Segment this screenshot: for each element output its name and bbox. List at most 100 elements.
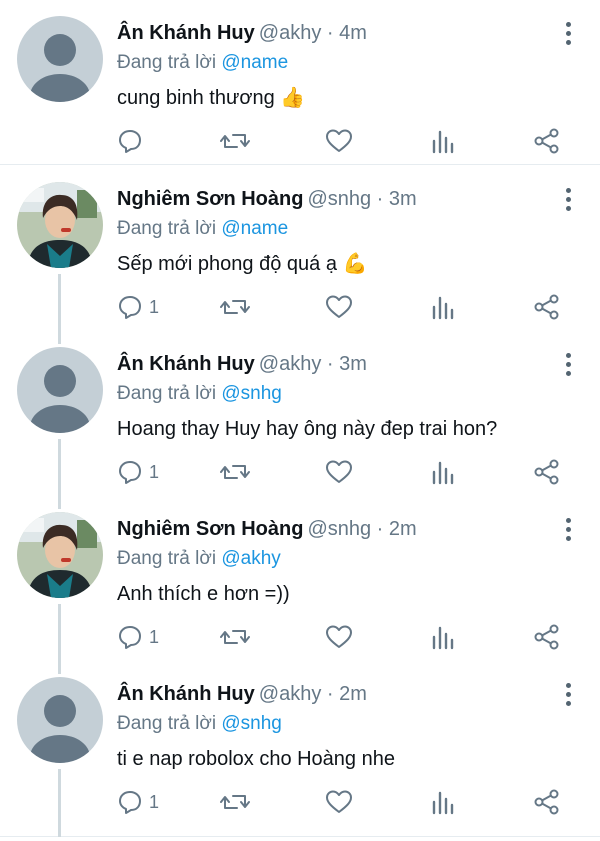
tweet-text: Hoang thay Huy hay ông này đep trai hon? xyxy=(117,415,497,443)
replying-to: Đang trả lời @name xyxy=(117,216,288,242)
share-icon xyxy=(534,459,559,485)
share-icon xyxy=(534,128,559,154)
like-button[interactable] xyxy=(325,290,353,324)
reply-icon xyxy=(119,626,141,649)
share-button[interactable] xyxy=(534,620,560,654)
like-button[interactable] xyxy=(325,620,353,654)
tweet-body: Sếp mới phong độ quá ạ xyxy=(117,253,337,275)
reply-icon xyxy=(119,296,141,319)
more-icon[interactable] xyxy=(564,518,574,542)
heart-icon xyxy=(326,460,352,483)
reply-button[interactable]: 1 xyxy=(117,785,159,819)
analytics-icon xyxy=(432,791,454,815)
analytics-button[interactable] xyxy=(431,455,455,489)
more-icon[interactable] xyxy=(564,683,574,707)
author-name[interactable]: Ân Khánh Huy xyxy=(117,683,255,705)
like-button[interactable] xyxy=(325,455,353,489)
author-handle[interactable]: @akhy · 2m xyxy=(259,683,367,705)
share-button[interactable] xyxy=(534,455,560,489)
more-icon[interactable] xyxy=(564,188,574,212)
author-name[interactable]: Ân Khánh Huy xyxy=(117,22,255,44)
replying-to: Đang trả lời @akhy xyxy=(117,546,281,572)
tweet[interactable]: Nghiêm Sơn Hoàng @snhg · 2m Đang trả lời … xyxy=(0,496,600,674)
analytics-button[interactable] xyxy=(431,124,455,158)
flexed-biceps-emoji: 💪 xyxy=(342,253,368,275)
thumbs-up-emoji: 👍 xyxy=(280,87,306,109)
like-button[interactable] xyxy=(325,785,353,819)
reply-count: 1 xyxy=(149,296,160,317)
mention-link[interactable]: @akhy xyxy=(221,548,280,569)
replying-label: Đang trả lời xyxy=(117,52,222,73)
retweet-button[interactable] xyxy=(220,290,250,324)
analytics-icon xyxy=(432,130,454,154)
replying-to: Đang trả lời @snhg xyxy=(117,711,282,737)
tweet-header: Ân Khánh Huy @akhy · 4m xyxy=(117,20,550,46)
author-name[interactable]: Nghiêm Sơn Hoàng xyxy=(117,188,303,210)
analytics-button[interactable] xyxy=(431,290,455,324)
share-icon xyxy=(534,294,559,320)
analytics-button[interactable] xyxy=(431,785,455,819)
replying-label: Đang trả lời xyxy=(117,218,222,239)
more-icon[interactable] xyxy=(564,353,574,377)
avatar[interactable] xyxy=(17,512,103,598)
author-handle[interactable]: @akhy · 4m xyxy=(259,22,367,44)
retweet-icon xyxy=(220,300,250,314)
share-button[interactable] xyxy=(534,785,560,819)
reply-count: 1 xyxy=(149,626,160,647)
retweet-icon xyxy=(220,465,250,479)
share-button[interactable] xyxy=(534,124,560,158)
tweet-text: ti e nap robolox cho Hoàng nhe xyxy=(117,745,395,773)
replying-label: Đang trả lời xyxy=(117,713,222,734)
mention-link[interactable]: @name xyxy=(221,52,288,73)
action-bar: 1 xyxy=(117,785,572,819)
heart-icon xyxy=(326,295,352,318)
tweet-header: Nghiêm Sơn Hoàng @snhg · 2m xyxy=(117,516,550,542)
retweet-button[interactable] xyxy=(220,455,250,489)
user-photo-icon xyxy=(17,512,103,598)
tweet[interactable]: Ân Khánh Huy @akhy · 4m Đang trả lời @nam… xyxy=(0,0,600,165)
author-handle[interactable]: @snhg · 2m xyxy=(307,518,416,540)
reply-button[interactable]: 1 xyxy=(117,290,159,324)
more-icon[interactable] xyxy=(564,22,574,46)
author-handle[interactable]: @akhy · 3m xyxy=(259,353,367,375)
retweet-button[interactable] xyxy=(220,785,250,819)
tweet-body: Hoang thay Huy hay ông này đep trai hon? xyxy=(117,418,498,440)
action-bar: 1 xyxy=(117,290,572,324)
heart-icon xyxy=(326,129,352,152)
avatar[interactable] xyxy=(17,677,103,763)
reply-button[interactable]: 1 xyxy=(117,455,159,489)
share-button[interactable] xyxy=(534,290,560,324)
retweet-button[interactable] xyxy=(220,124,250,158)
reply-button[interactable]: 1 xyxy=(117,620,159,654)
default-avatar-icon xyxy=(17,347,103,433)
author-name[interactable]: Nghiêm Sơn Hoàng xyxy=(117,518,303,540)
tweet-text: cung binh thương 👍 xyxy=(117,84,305,112)
reply-icon xyxy=(119,791,141,814)
tweet-body: cung binh thương xyxy=(117,87,275,109)
tweet-text: Anh thích e hơn =)) xyxy=(117,580,290,608)
tweet[interactable]: Ân Khánh Huy @akhy · 3m Đang trả lời @snh… xyxy=(0,331,600,509)
analytics-button[interactable] xyxy=(431,620,455,654)
tweet[interactable]: Ân Khánh Huy @akhy · 2m Đang trả lời @snh… xyxy=(0,661,600,837)
heart-icon xyxy=(326,625,352,648)
reply-count: 1 xyxy=(149,461,160,482)
thread-connector xyxy=(58,769,61,837)
author-name[interactable]: Ân Khánh Huy xyxy=(117,353,255,375)
action-bar xyxy=(117,124,572,158)
avatar[interactable] xyxy=(17,182,103,268)
avatar[interactable] xyxy=(17,16,103,102)
mention-link[interactable]: @name xyxy=(221,218,288,239)
retweet-button[interactable] xyxy=(220,620,250,654)
avatar[interactable] xyxy=(17,347,103,433)
mention-link[interactable]: @snhg xyxy=(221,713,282,734)
tweet[interactable]: Nghiêm Sơn Hoàng @snhg · 3m Đang trả lời … xyxy=(0,166,600,344)
like-button[interactable] xyxy=(325,124,353,158)
tweet-body: ti e nap robolox cho Hoàng nhe xyxy=(117,748,395,770)
mention-link[interactable]: @snhg xyxy=(221,383,282,404)
tweet-header: Ân Khánh Huy @akhy · 2m xyxy=(117,681,550,707)
retweet-icon xyxy=(220,134,250,148)
reply-button[interactable] xyxy=(117,124,149,158)
action-bar: 1 xyxy=(117,620,572,654)
analytics-icon xyxy=(432,461,454,485)
author-handle[interactable]: @snhg · 3m xyxy=(307,188,416,210)
